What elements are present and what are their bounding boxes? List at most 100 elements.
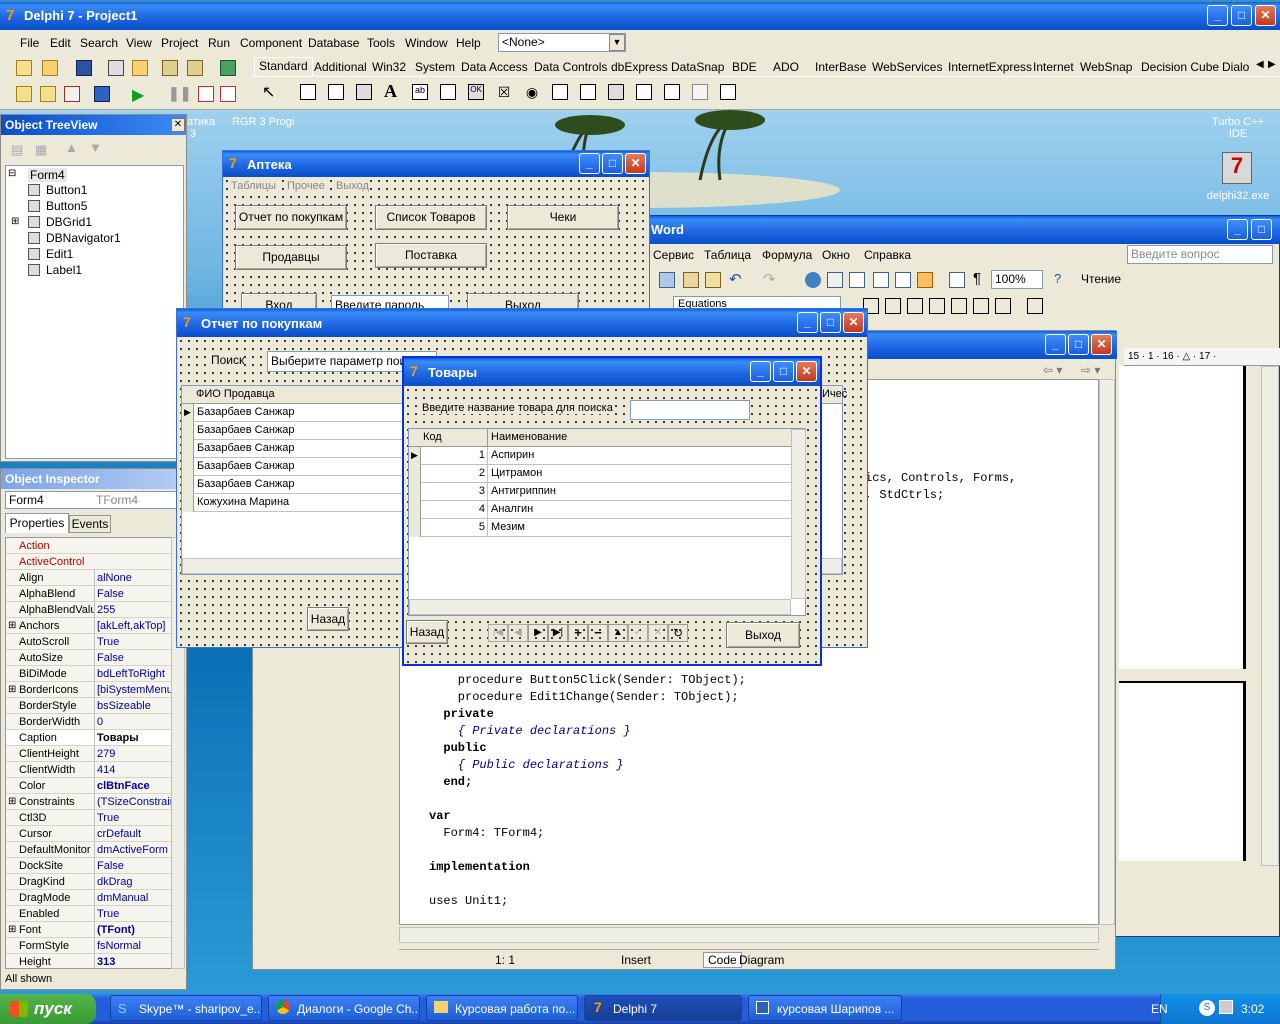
minimize-button[interactable]: _	[1207, 5, 1228, 26]
tab-ado[interactable]: ADO	[773, 60, 799, 74]
report-vscrollbar[interactable]	[842, 386, 844, 388]
expand-icon[interactable]: ⊞	[8, 618, 16, 634]
apteka-menu-exit[interactable]: Выход	[336, 180, 369, 192]
remove-file-icon[interactable]	[187, 60, 203, 76]
editor-hscrollbar[interactable]	[399, 927, 1099, 943]
property-row[interactable]: BorderWidth 0	[6, 714, 172, 730]
desktop-layout-combo[interactable]: <None>	[498, 33, 626, 52]
menu-project[interactable]: Project	[161, 36, 198, 50]
run-icon[interactable]: ▶	[132, 85, 144, 105]
property-row[interactable]: ActiveControl	[6, 554, 172, 570]
expand-icon[interactable]: ⊞	[8, 682, 16, 698]
chevron-right-icon[interactable]: ▶	[1268, 59, 1276, 70]
property-row[interactable]: ⊞ Constraints (TSizeConstrain	[6, 794, 174, 810]
taskbar-chrome[interactable]: Диалоги - Google Ch...	[268, 995, 420, 1021]
menu-file[interactable]: File	[20, 36, 39, 50]
property-row[interactable]: Caption Товары	[6, 730, 172, 746]
tovary-close-button[interactable]: ✕	[796, 361, 817, 382]
tab-interbase[interactable]: InterBase	[815, 60, 866, 74]
equation-tool-icon[interactable]	[929, 298, 945, 314]
tab-dbexpress[interactable]: dbExpress	[611, 60, 668, 74]
property-value[interactable]: fsNormal	[94, 938, 174, 954]
property-value[interactable]: [akLeft,akTop]	[94, 618, 174, 634]
table-row[interactable]: 3 Антигриппин	[409, 483, 791, 501]
tab-data-controls[interactable]: Data Controls	[534, 60, 607, 74]
property-value[interactable]: False	[94, 858, 174, 874]
tab-decision-cube[interactable]: Decision Cube	[1141, 60, 1219, 74]
trace-into-icon[interactable]	[198, 86, 214, 102]
tree-expand-icon[interactable]: ⊞	[11, 216, 19, 227]
apteka-menu-other[interactable]: Прочее	[287, 180, 325, 192]
tree-item-dbnavigator1[interactable]: DBNavigator1	[46, 231, 121, 245]
col-seller-name[interactable]: ФИО Продавца	[196, 388, 275, 400]
word-menu-formula[interactable]: Формула	[762, 248, 812, 262]
open-project-icon[interactable]	[132, 60, 148, 76]
property-row[interactable]: Action	[6, 538, 172, 554]
equation-tool-icon[interactable]	[1027, 298, 1043, 314]
tab-websnap[interactable]: WebSnap	[1080, 60, 1132, 74]
language-indicator[interactable]: EN	[1151, 1002, 1168, 1016]
report-close-button[interactable]: ✕	[843, 312, 864, 333]
delphi-desktop-label[interactable]: delphi32.exe	[1200, 190, 1276, 202]
tab-code[interactable]: Code	[703, 952, 742, 968]
apteka-menu-tables[interactable]: Таблицы	[231, 180, 276, 192]
arrow-up-icon[interactable]: ▲	[65, 140, 78, 155]
property-row[interactable]: Align alNone	[6, 570, 172, 586]
property-value[interactable]: dmManual	[94, 890, 174, 906]
table-row[interactable]: Базарбаев Санжар	[182, 458, 402, 476]
toggle-form-unit-icon[interactable]	[64, 86, 80, 102]
document-map-icon[interactable]	[949, 272, 965, 288]
delphi-desktop-icon[interactable]: 7	[1222, 152, 1252, 184]
property-row[interactable]: DragMode dmManual	[6, 890, 172, 906]
nav-post-icon[interactable]: ✓	[628, 624, 648, 642]
object-selector[interactable]: Form4 TForm4	[5, 491, 183, 509]
listbox-icon[interactable]	[552, 84, 568, 100]
word-scrollbar[interactable]	[1261, 366, 1279, 866]
tab-properties[interactable]: Properties	[5, 513, 69, 533]
new-form-icon[interactable]	[94, 86, 110, 102]
equation-tool-icon[interactable]	[885, 298, 901, 314]
cut-icon[interactable]	[659, 272, 675, 288]
delete-item-icon[interactable]: ▦	[35, 142, 47, 158]
menu-tools[interactable]: Tools	[367, 36, 395, 50]
equation-tool-icon[interactable]	[907, 298, 923, 314]
sellers-button[interactable]: Продавцы	[235, 245, 347, 270]
property-value[interactable]: 255	[94, 602, 174, 618]
goods-list-button[interactable]: Список Товаров	[375, 205, 487, 230]
tree-item-edit1[interactable]: Edit1	[46, 247, 73, 261]
tab-events[interactable]: Events	[69, 515, 111, 533]
menu-database[interactable]: Database	[308, 36, 359, 50]
tab-diagram[interactable]: Diagram	[739, 953, 784, 967]
property-value[interactable]: True	[94, 906, 174, 922]
groupbox-icon[interactable]	[636, 84, 652, 100]
mainmenu-icon[interactable]	[328, 84, 344, 100]
network-icon[interactable]	[1219, 1000, 1233, 1014]
property-value[interactable]: dmActiveForm	[94, 842, 174, 858]
hyperlink-icon[interactable]	[805, 272, 821, 288]
close-icon[interactable]: ✕	[171, 118, 185, 132]
property-row[interactable]: Ctl3D True	[6, 810, 172, 826]
help-book-icon[interactable]	[220, 60, 236, 76]
save-icon[interactable]	[76, 60, 92, 76]
tab-dialogs[interactable]: Dialo	[1222, 60, 1249, 74]
pointer-icon[interactable]: ↖	[262, 82, 275, 102]
property-row[interactable]: BorderStyle bsSizeable	[6, 698, 172, 714]
equation-tool-icon[interactable]	[973, 298, 989, 314]
property-value[interactable]: (TFont)	[94, 922, 174, 938]
table-row[interactable]: Базарбаев Санжар	[182, 422, 402, 440]
tovary-exit-button[interactable]: Выход	[726, 622, 800, 648]
pause-icon[interactable]: ❚❚	[168, 85, 191, 102]
label-icon[interactable]: A	[384, 81, 397, 102]
supply-button[interactable]: Поставка	[375, 243, 487, 268]
tree-item-form4[interactable]: Form4	[28, 168, 67, 182]
menu-search[interactable]: Search	[80, 36, 118, 50]
view-unit-icon[interactable]	[16, 86, 32, 102]
property-value[interactable]: clBtnFace	[94, 778, 174, 794]
tree-item-button5[interactable]: Button5	[46, 199, 87, 213]
property-row[interactable]: Cursor crDefault	[6, 826, 172, 842]
property-row[interactable]: ClientHeight 279	[6, 746, 172, 762]
taskbar-delphi[interactable]: Delphi 7	[584, 995, 742, 1021]
table-row[interactable]: 2 Цитрамон	[409, 465, 791, 483]
tables-borders-icon[interactable]	[827, 272, 843, 288]
tree-item-label1[interactable]: Label1	[46, 263, 82, 277]
